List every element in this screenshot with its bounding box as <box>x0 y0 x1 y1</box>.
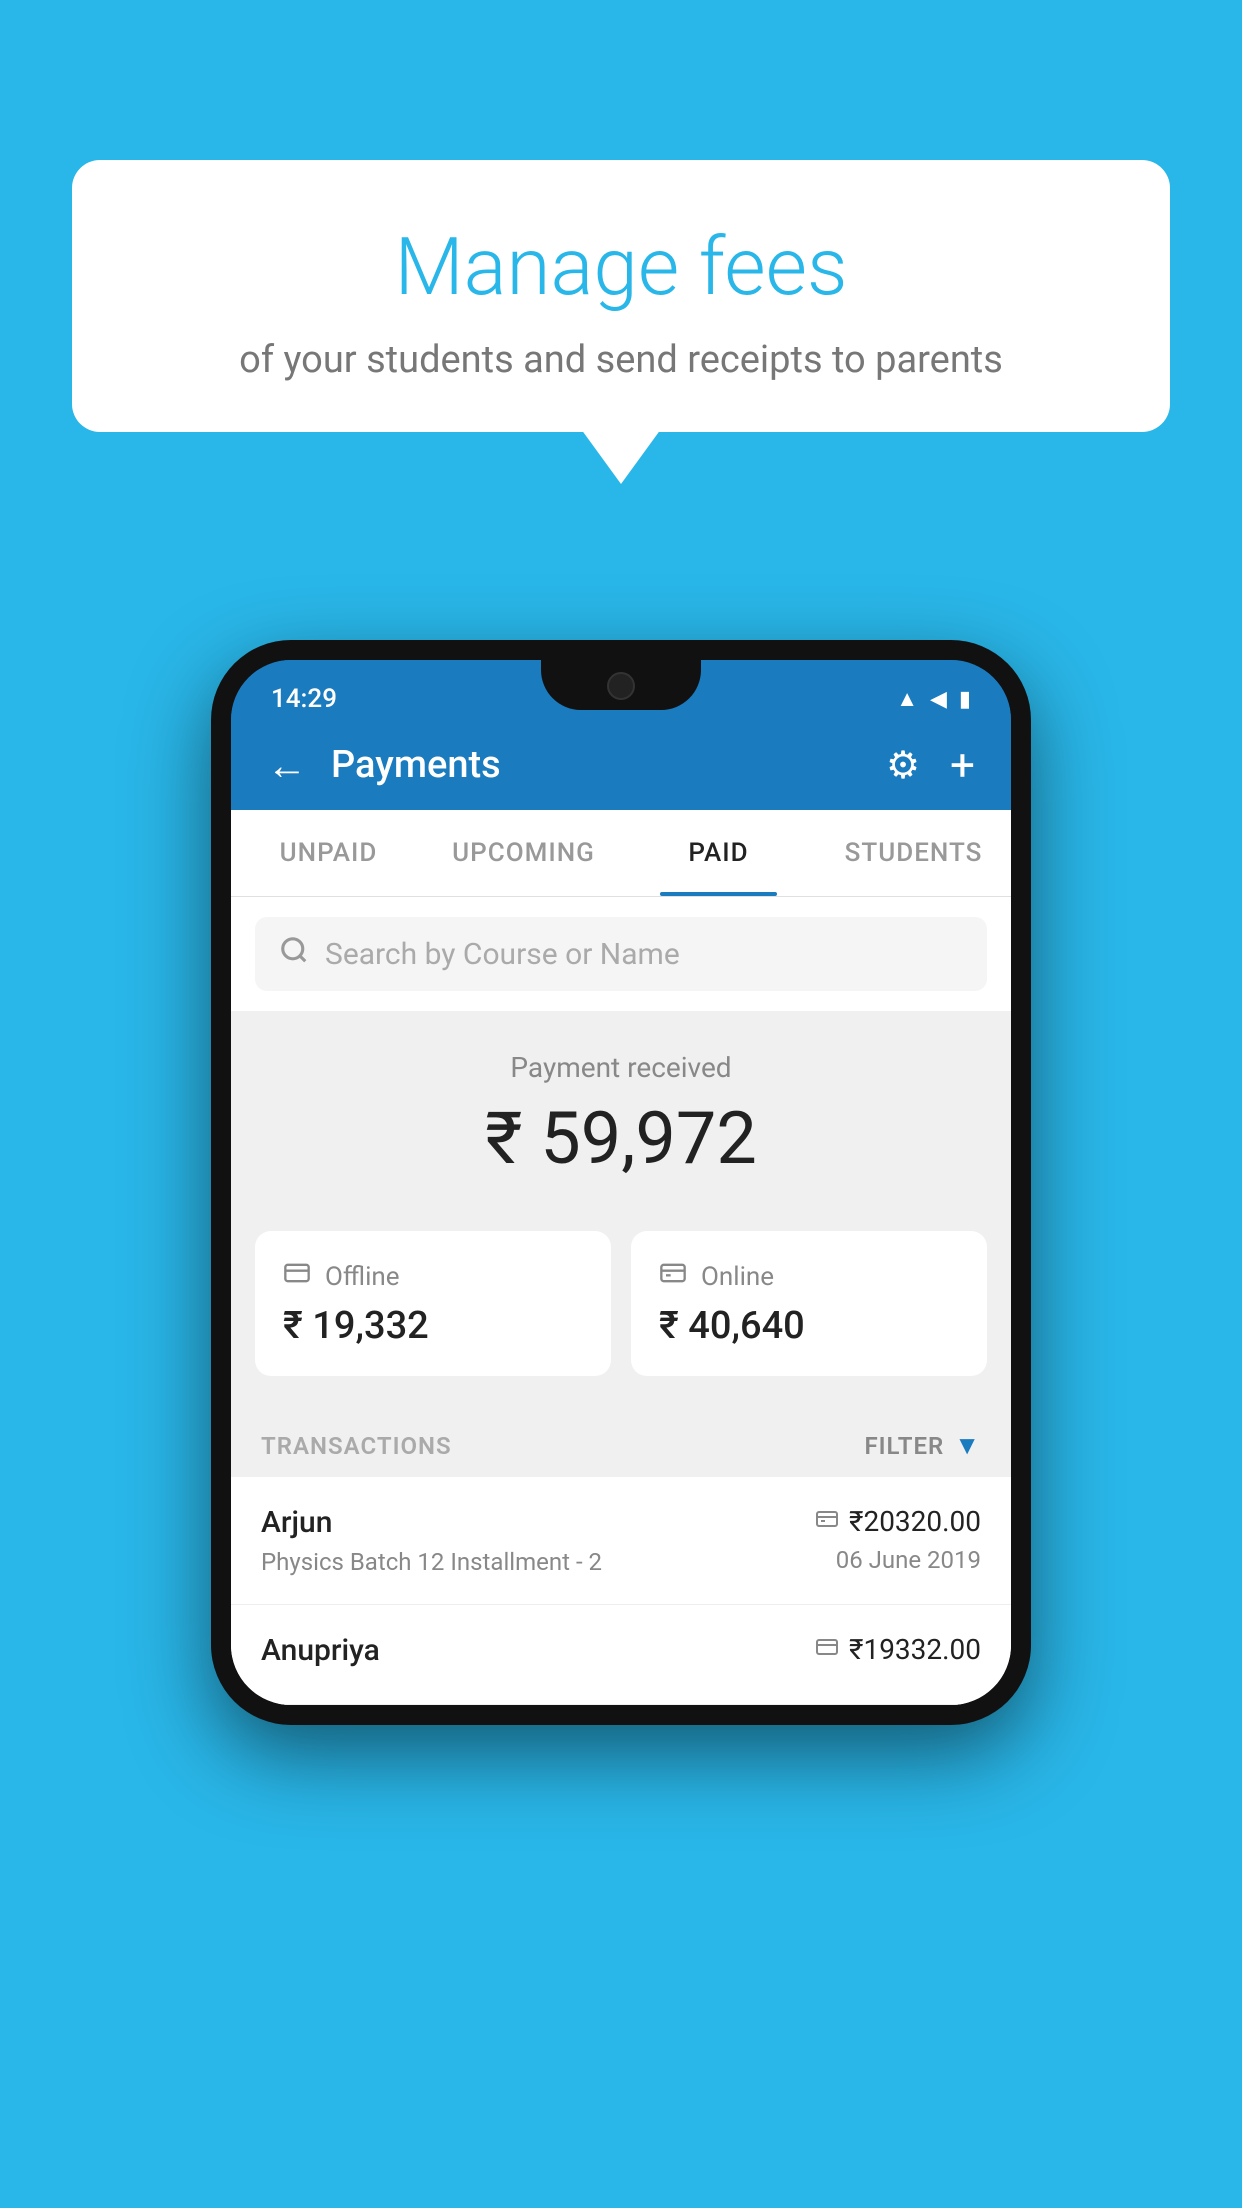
phone-notch <box>541 660 701 710</box>
offline-label: Offline <box>325 1262 400 1292</box>
status-icons: ▲ ◀ ▮ <box>896 686 971 712</box>
bubble-subtitle: of your students and send receipts to pa… <box>122 338 1120 382</box>
back-button[interactable]: ← <box>267 742 307 789</box>
filter-icon: ▼ <box>954 1430 981 1461</box>
phone-notch-area: 14:29 ▲ ◀ ▮ ← Payments ⚙ + <box>231 660 1011 810</box>
phone-device: 14:29 ▲ ◀ ▮ ← Payments ⚙ + UNPAID <box>211 640 1031 1725</box>
bubble-title: Manage fees <box>122 220 1120 314</box>
online-icon <box>659 1259 687 1294</box>
online-amount: ₹ 40,640 <box>659 1304 959 1348</box>
settings-icon[interactable]: ⚙ <box>886 743 920 788</box>
offline-card-top: Offline <box>283 1259 583 1294</box>
phone-shell: 14:29 ▲ ◀ ▮ ← Payments ⚙ + UNPAID <box>211 640 1031 1725</box>
payment-received-section: Payment received ₹ 59,972 <box>231 1011 1011 1211</box>
txn-amount-row: ₹20320.00 <box>815 1505 981 1538</box>
tab-unpaid[interactable]: UNPAID <box>231 810 426 896</box>
transactions-header: TRANSACTIONS FILTER ▼ <box>231 1406 1011 1477</box>
offline-payment-card: Offline ₹ 19,332 <box>255 1231 611 1376</box>
txn-left: Arjun Physics Batch 12 Installment - 2 <box>261 1505 602 1576</box>
search-bar[interactable]: Search by Course or Name <box>255 917 987 991</box>
wifi-icon: ▲ <box>896 686 918 712</box>
transaction-row[interactable]: Anupriya ₹19332.00 <box>231 1605 1011 1705</box>
transactions-label: TRANSACTIONS <box>261 1432 452 1460</box>
transaction-row[interactable]: Arjun Physics Batch 12 Installment - 2 ₹… <box>231 1477 1011 1605</box>
payment-cards-row: Offline ₹ 19,332 Online <box>231 1211 1011 1406</box>
txn-payment-icon <box>815 1507 839 1537</box>
battery-icon: ▮ <box>959 687 971 712</box>
tabs-bar: UNPAID UPCOMING PAID STUDENTS <box>231 810 1011 897</box>
tab-upcoming[interactable]: UPCOMING <box>426 810 621 896</box>
screen-content: UNPAID UPCOMING PAID STUDENTS <box>231 810 1011 1705</box>
online-payment-card: Online ₹ 40,640 <box>631 1231 987 1376</box>
signal-icon: ◀ <box>930 687 947 712</box>
search-container: Search by Course or Name <box>231 897 1011 1011</box>
payment-total-amount: ₹ 59,972 <box>255 1096 987 1181</box>
txn-date: 06 June 2019 <box>815 1546 981 1574</box>
payment-received-label: Payment received <box>255 1051 987 1084</box>
txn-left: Anupriya <box>261 1633 380 1676</box>
txn-payment-icon <box>815 1635 839 1665</box>
search-icon <box>279 935 309 973</box>
app-bar: ← Payments ⚙ + <box>231 720 1011 810</box>
txn-right: ₹20320.00 06 June 2019 <box>815 1505 981 1574</box>
add-button[interactable]: + <box>950 739 975 791</box>
page-title: Payments <box>331 743 886 787</box>
speech-bubble: Manage fees of your students and send re… <box>72 160 1170 432</box>
search-placeholder: Search by Course or Name <box>325 937 680 972</box>
txn-name: Arjun <box>261 1505 602 1540</box>
front-camera <box>607 672 635 700</box>
offline-amount: ₹ 19,332 <box>283 1304 583 1348</box>
online-card-top: Online <box>659 1259 959 1294</box>
tab-paid[interactable]: PAID <box>621 810 816 896</box>
filter-label: FILTER <box>864 1432 944 1460</box>
txn-name: Anupriya <box>261 1633 380 1668</box>
txn-amount: ₹19332.00 <box>849 1633 981 1666</box>
offline-icon <box>283 1259 311 1294</box>
txn-amount: ₹20320.00 <box>849 1505 981 1538</box>
txn-course: Physics Batch 12 Installment - 2 <box>261 1548 602 1576</box>
filter-button[interactable]: FILTER ▼ <box>864 1430 981 1461</box>
txn-right: ₹19332.00 <box>815 1633 981 1674</box>
status-time: 14:29 <box>271 684 337 714</box>
tab-students[interactable]: STUDENTS <box>816 810 1011 896</box>
txn-amount-row: ₹19332.00 <box>815 1633 981 1666</box>
online-label: Online <box>701 1262 774 1292</box>
